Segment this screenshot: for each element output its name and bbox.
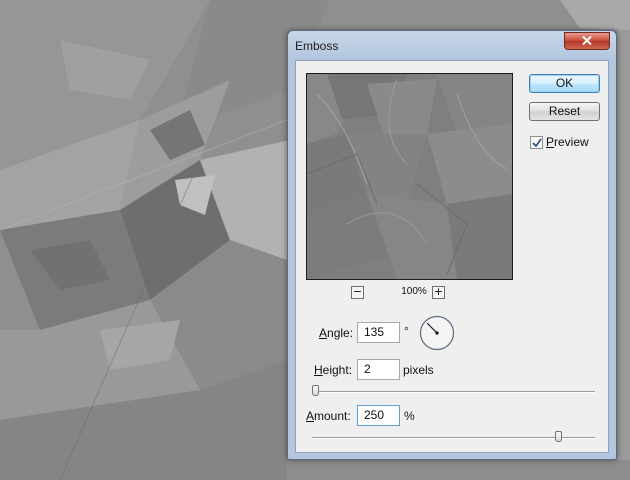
preview-checkbox[interactable] [530,136,543,149]
amount-slider-thumb[interactable] [555,431,562,442]
checkmark-icon [532,138,542,148]
zoom-out-button[interactable]: − [351,286,364,299]
zoom-level: 100% [401,286,427,297]
height-slider-track[interactable] [312,391,595,393]
amount-input[interactable]: 250 [357,405,400,426]
dialog-body: − 100% + OK Reset Preview Angle: 135 ° H… [295,60,609,453]
emboss-dialog: Emboss − 100% + OK Reset Preview Angle: … [287,30,617,460]
zoom-in-button[interactable]: + [432,286,445,299]
preview-image [307,74,512,279]
angle-unit: ° [404,324,409,338]
amount-slider-track[interactable] [312,437,595,439]
dialog-title: Emboss [295,39,339,53]
height-input[interactable]: 2 [357,359,400,380]
height-unit: pixels [403,363,434,377]
preview-label[interactable]: Preview [546,135,589,149]
close-icon [582,34,592,48]
amount-label: Amount: [306,409,351,423]
close-button[interactable] [564,32,610,50]
ok-button[interactable]: OK [529,74,600,93]
amount-unit: % [404,409,415,423]
height-slider-thumb[interactable] [312,385,319,396]
filter-preview[interactable] [306,73,513,280]
angle-label: Angle: [319,326,354,340]
angle-input[interactable]: 135 [357,322,400,343]
angle-dial[interactable] [419,315,455,351]
title-bar[interactable]: Emboss [288,31,616,60]
reset-button[interactable]: Reset [529,102,600,121]
height-label: Height: [314,363,353,377]
